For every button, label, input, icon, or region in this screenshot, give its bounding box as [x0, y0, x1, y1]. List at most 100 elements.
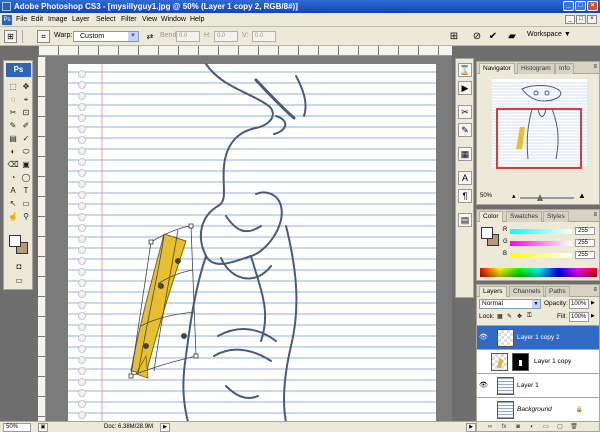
panel-menu-icon[interactable]: ≡: [593, 212, 597, 218]
menu-image[interactable]: Image: [48, 16, 67, 23]
zoom-level-field[interactable]: 50%: [3, 423, 31, 432]
type-tool-icon[interactable]: T: [20, 185, 32, 196]
clone-source-icon[interactable]: ▦: [458, 147, 472, 161]
blur-tool-icon[interactable]: ⌫: [7, 159, 19, 170]
green-value[interactable]: 255: [575, 239, 595, 247]
navigator-zoom-value[interactable]: 50%: [480, 193, 492, 199]
crop-tool-icon[interactable]: ✂: [7, 107, 19, 118]
layer-comps-icon[interactable]: ▤: [458, 213, 472, 227]
v-distortion-field[interactable]: 0.0: [252, 31, 276, 42]
green-gradient[interactable]: [510, 241, 572, 246]
slider-red[interactable]: R 255: [503, 227, 599, 236]
gradient-tool-icon[interactable]: ⬭: [20, 146, 32, 157]
foreground-color[interactable]: [9, 235, 21, 247]
commit-transform-icon[interactable]: ✔: [486, 30, 500, 44]
document-canvas[interactable]: [38, 46, 452, 422]
stamp-tool-icon[interactable]: ▤: [7, 133, 19, 144]
warp-orientation-icon[interactable]: ⇄: [143, 30, 157, 44]
actions-icon[interactable]: ▶: [458, 81, 472, 95]
eye-icon-hidden[interactable]: [479, 358, 487, 366]
panel-menu-icon[interactable]: ≡: [593, 287, 597, 293]
layer-row[interactable]: 👁 Layer 1: [477, 373, 599, 397]
layer-row[interactable]: Layer 1 copy: [477, 349, 599, 373]
brush-tool-icon[interactable]: ✐: [20, 120, 32, 131]
history-icon[interactable]: ⌛: [458, 63, 472, 77]
tab-navigator[interactable]: Navigator: [479, 63, 515, 74]
mask-icon[interactable]: ◙: [513, 423, 523, 432]
lock-all-icon[interactable]: ⚿: [527, 313, 532, 320]
menu-file[interactable]: File: [16, 16, 27, 23]
layer-name[interactable]: Layer 1 copy: [534, 358, 571, 365]
maximize-button[interactable]: □: [575, 1, 586, 11]
status-arrow-icon[interactable]: ▶: [160, 423, 170, 432]
fill-arrow-icon[interactable]: ▶: [591, 313, 595, 319]
tab-color[interactable]: Color: [479, 211, 503, 222]
layer-row[interactable]: 👁 Layer 1 copy 2: [477, 325, 599, 349]
ps-menu-icon[interactable]: Ps: [2, 15, 12, 25]
menu-view[interactable]: View: [142, 16, 157, 23]
tab-channels[interactable]: Channels: [509, 286, 545, 297]
opacity-arrow-icon[interactable]: ▶: [591, 300, 595, 306]
menu-edit[interactable]: Edit: [31, 16, 43, 23]
screen-mode-icon[interactable]: ▭: [13, 275, 25, 286]
quick-mask-icon[interactable]: ◘: [13, 261, 25, 272]
opacity-field[interactable]: 100%: [569, 299, 589, 309]
layer-mask-thumbnail[interactable]: [512, 353, 529, 371]
tab-styles[interactable]: Styles: [543, 211, 569, 222]
slice-tool-icon[interactable]: ⊡: [20, 107, 32, 118]
marquee-tool-icon[interactable]: ⬚: [7, 81, 19, 92]
menu-help[interactable]: Help: [190, 16, 204, 23]
navigator-view-box[interactable]: [496, 108, 582, 169]
menu-layer[interactable]: Layer: [72, 16, 90, 23]
direct-select-tool-icon[interactable]: ↖: [7, 198, 19, 209]
doc-restore-button[interactable]: □: [576, 15, 586, 24]
path-select-tool-icon[interactable]: A: [7, 185, 19, 196]
toggle-warp-icon[interactable]: ⊞: [447, 30, 461, 44]
red-value[interactable]: 255: [575, 227, 595, 235]
layer-name[interactable]: Layer 1 copy 2: [517, 334, 560, 341]
lock-image-icon[interactable]: ✎: [507, 313, 512, 320]
adjustment-icon[interactable]: ◐: [527, 423, 537, 432]
folder-icon[interactable]: ▭: [541, 423, 551, 432]
workspace-menu[interactable]: Workspace ▼: [527, 31, 571, 38]
h-distortion-field[interactable]: 0.0: [214, 31, 238, 42]
link-icon[interactable]: ∞: [485, 423, 495, 432]
status-menu-icon[interactable]: ▣: [38, 423, 48, 432]
tool-presets-icon[interactable]: ✂: [458, 105, 472, 119]
cancel-transform-icon[interactable]: ⊘: [470, 30, 484, 44]
slider-green[interactable]: G 255: [503, 239, 599, 248]
doc-minimize-button[interactable]: _: [565, 15, 575, 24]
layer-name[interactable]: Layer 1: [517, 382, 539, 389]
warp-style-select[interactable]: Custom ▼: [73, 31, 139, 42]
hand-tool-icon[interactable]: ☝: [7, 211, 19, 222]
lasso-tool-icon[interactable]: ◌: [7, 94, 19, 105]
lock-transparency-icon[interactable]: ▦: [497, 313, 503, 320]
scroll-right-icon[interactable]: ▶: [466, 423, 476, 432]
eye-icon[interactable]: 👁: [479, 382, 488, 390]
dodge-tool-icon[interactable]: ▣: [20, 159, 32, 170]
eraser-tool-icon[interactable]: ◐: [7, 146, 19, 157]
doc-close-button[interactable]: ×: [587, 15, 597, 24]
slider-blue[interactable]: B 255: [503, 251, 599, 260]
shape-tool-icon[interactable]: ▭: [20, 198, 32, 209]
tab-histogram[interactable]: Histogram: [517, 63, 555, 74]
zoom-out-icon[interactable]: ▴: [512, 192, 516, 200]
move-tool-icon[interactable]: ✥: [20, 81, 32, 92]
eye-icon-hidden[interactable]: [479, 406, 487, 414]
panel-menu-icon[interactable]: ≡: [593, 64, 597, 70]
menu-window[interactable]: Window: [161, 16, 186, 23]
healing-brush-tool-icon[interactable]: ✎: [7, 120, 19, 131]
magic-wand-tool-icon[interactable]: ⌖: [20, 94, 32, 105]
history-brush-tool-icon[interactable]: ✓: [20, 133, 32, 144]
paragraph-icon[interactable]: ¶: [458, 189, 472, 203]
file-browser-icon[interactable]: ▰: [505, 30, 519, 44]
ellipse-tool-icon[interactable]: ◯: [20, 172, 32, 183]
character-icon[interactable]: A: [458, 171, 472, 185]
tab-swatches[interactable]: Swatches: [506, 211, 543, 222]
layer-name[interactable]: Background: [517, 406, 552, 413]
eye-icon[interactable]: 👁: [479, 334, 488, 342]
menu-filter[interactable]: Filter: [121, 16, 137, 23]
transform-icon[interactable]: ⊞: [4, 30, 17, 43]
brushes-icon[interactable]: ✎: [458, 123, 472, 137]
minimize-button[interactable]: _: [563, 1, 574, 11]
